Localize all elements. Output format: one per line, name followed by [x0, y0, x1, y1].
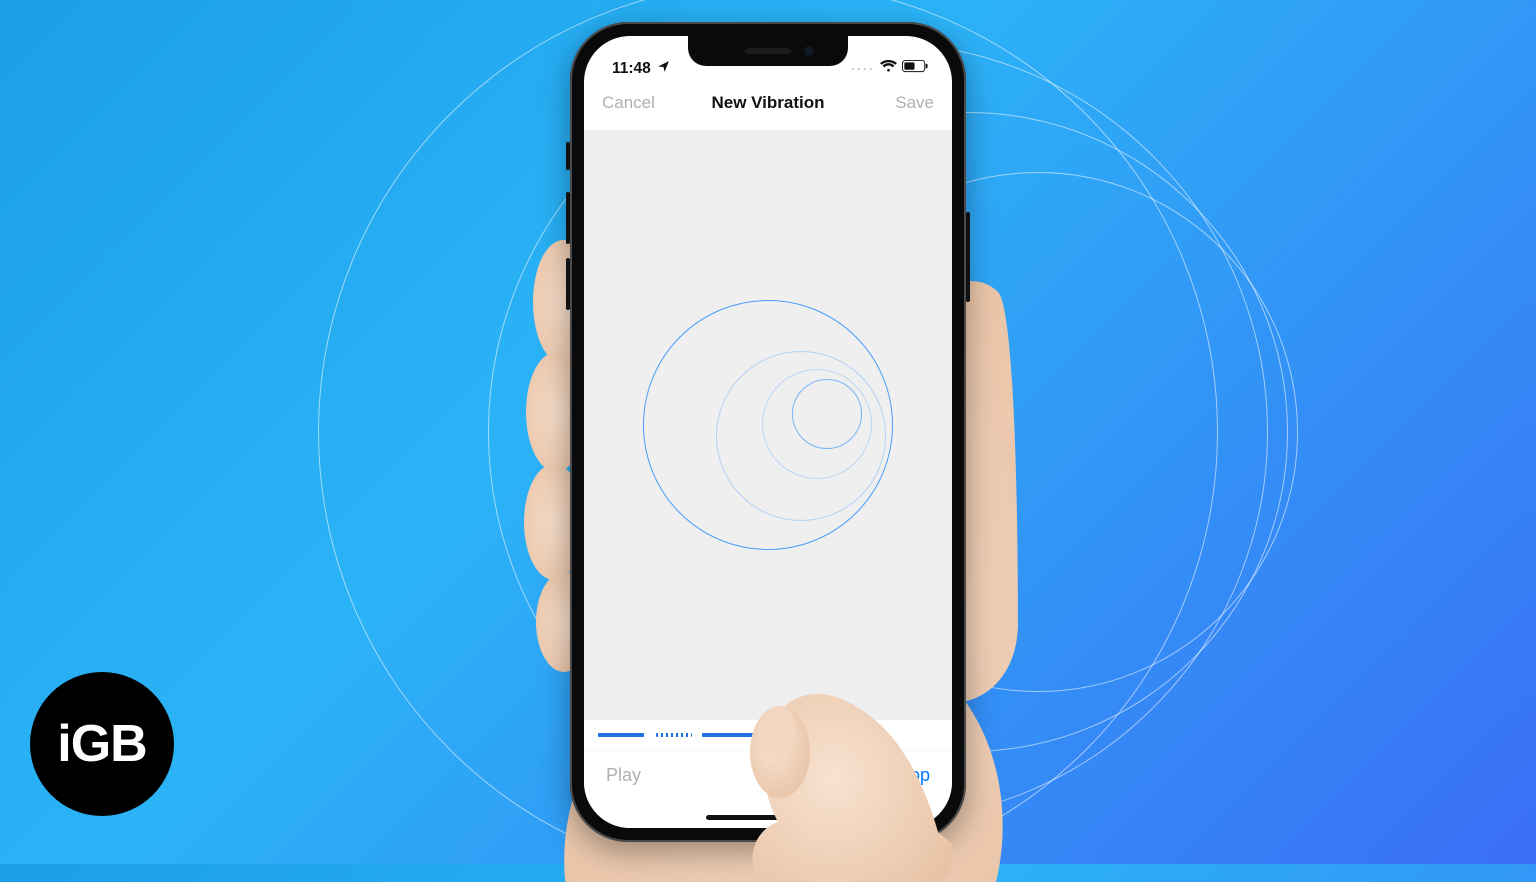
- volume-up-button: [566, 192, 570, 244]
- logo-letter-i: i: [57, 714, 70, 774]
- play-button[interactable]: Play: [606, 765, 641, 786]
- phone-screen: 11:48 ···· Cancel Ne: [584, 36, 952, 828]
- logo-letters-gb: GB: [71, 714, 147, 774]
- home-indicator[interactable]: [706, 815, 830, 820]
- tap-ring-4: [792, 379, 862, 449]
- pattern-segment-on: [702, 733, 770, 737]
- battery-half-icon: [902, 60, 928, 78]
- pattern-segment-dots: [656, 733, 692, 737]
- save-button[interactable]: Save: [870, 93, 934, 113]
- vibration-tap-area[interactable]: [584, 130, 952, 720]
- phone-frame: 11:48 ···· Cancel Ne: [570, 22, 966, 842]
- cell-signal-icon: ····: [851, 62, 875, 76]
- cancel-button[interactable]: Cancel: [602, 93, 666, 113]
- volume-down-button: [566, 258, 570, 310]
- location-arrow-icon: [657, 60, 670, 78]
- wifi-icon: [880, 60, 897, 78]
- power-button: [966, 212, 970, 302]
- igb-logo-badge: iGB: [30, 672, 174, 816]
- mute-switch: [566, 142, 570, 170]
- vibration-pattern-track: [584, 720, 952, 750]
- status-time: 11:48: [612, 60, 651, 78]
- toolbar: Play Stop: [584, 750, 952, 802]
- tap-ripple-rings: [638, 295, 898, 555]
- pattern-segment-gap: [646, 733, 654, 737]
- stop-button[interactable]: Stop: [893, 765, 930, 786]
- pattern-segment-on: [598, 733, 644, 737]
- pattern-segment-gap: [694, 733, 700, 737]
- nav-bar: Cancel New Vibration Save: [584, 82, 952, 124]
- page-title: New Vibration: [711, 93, 824, 113]
- phone-notch: [688, 36, 848, 66]
